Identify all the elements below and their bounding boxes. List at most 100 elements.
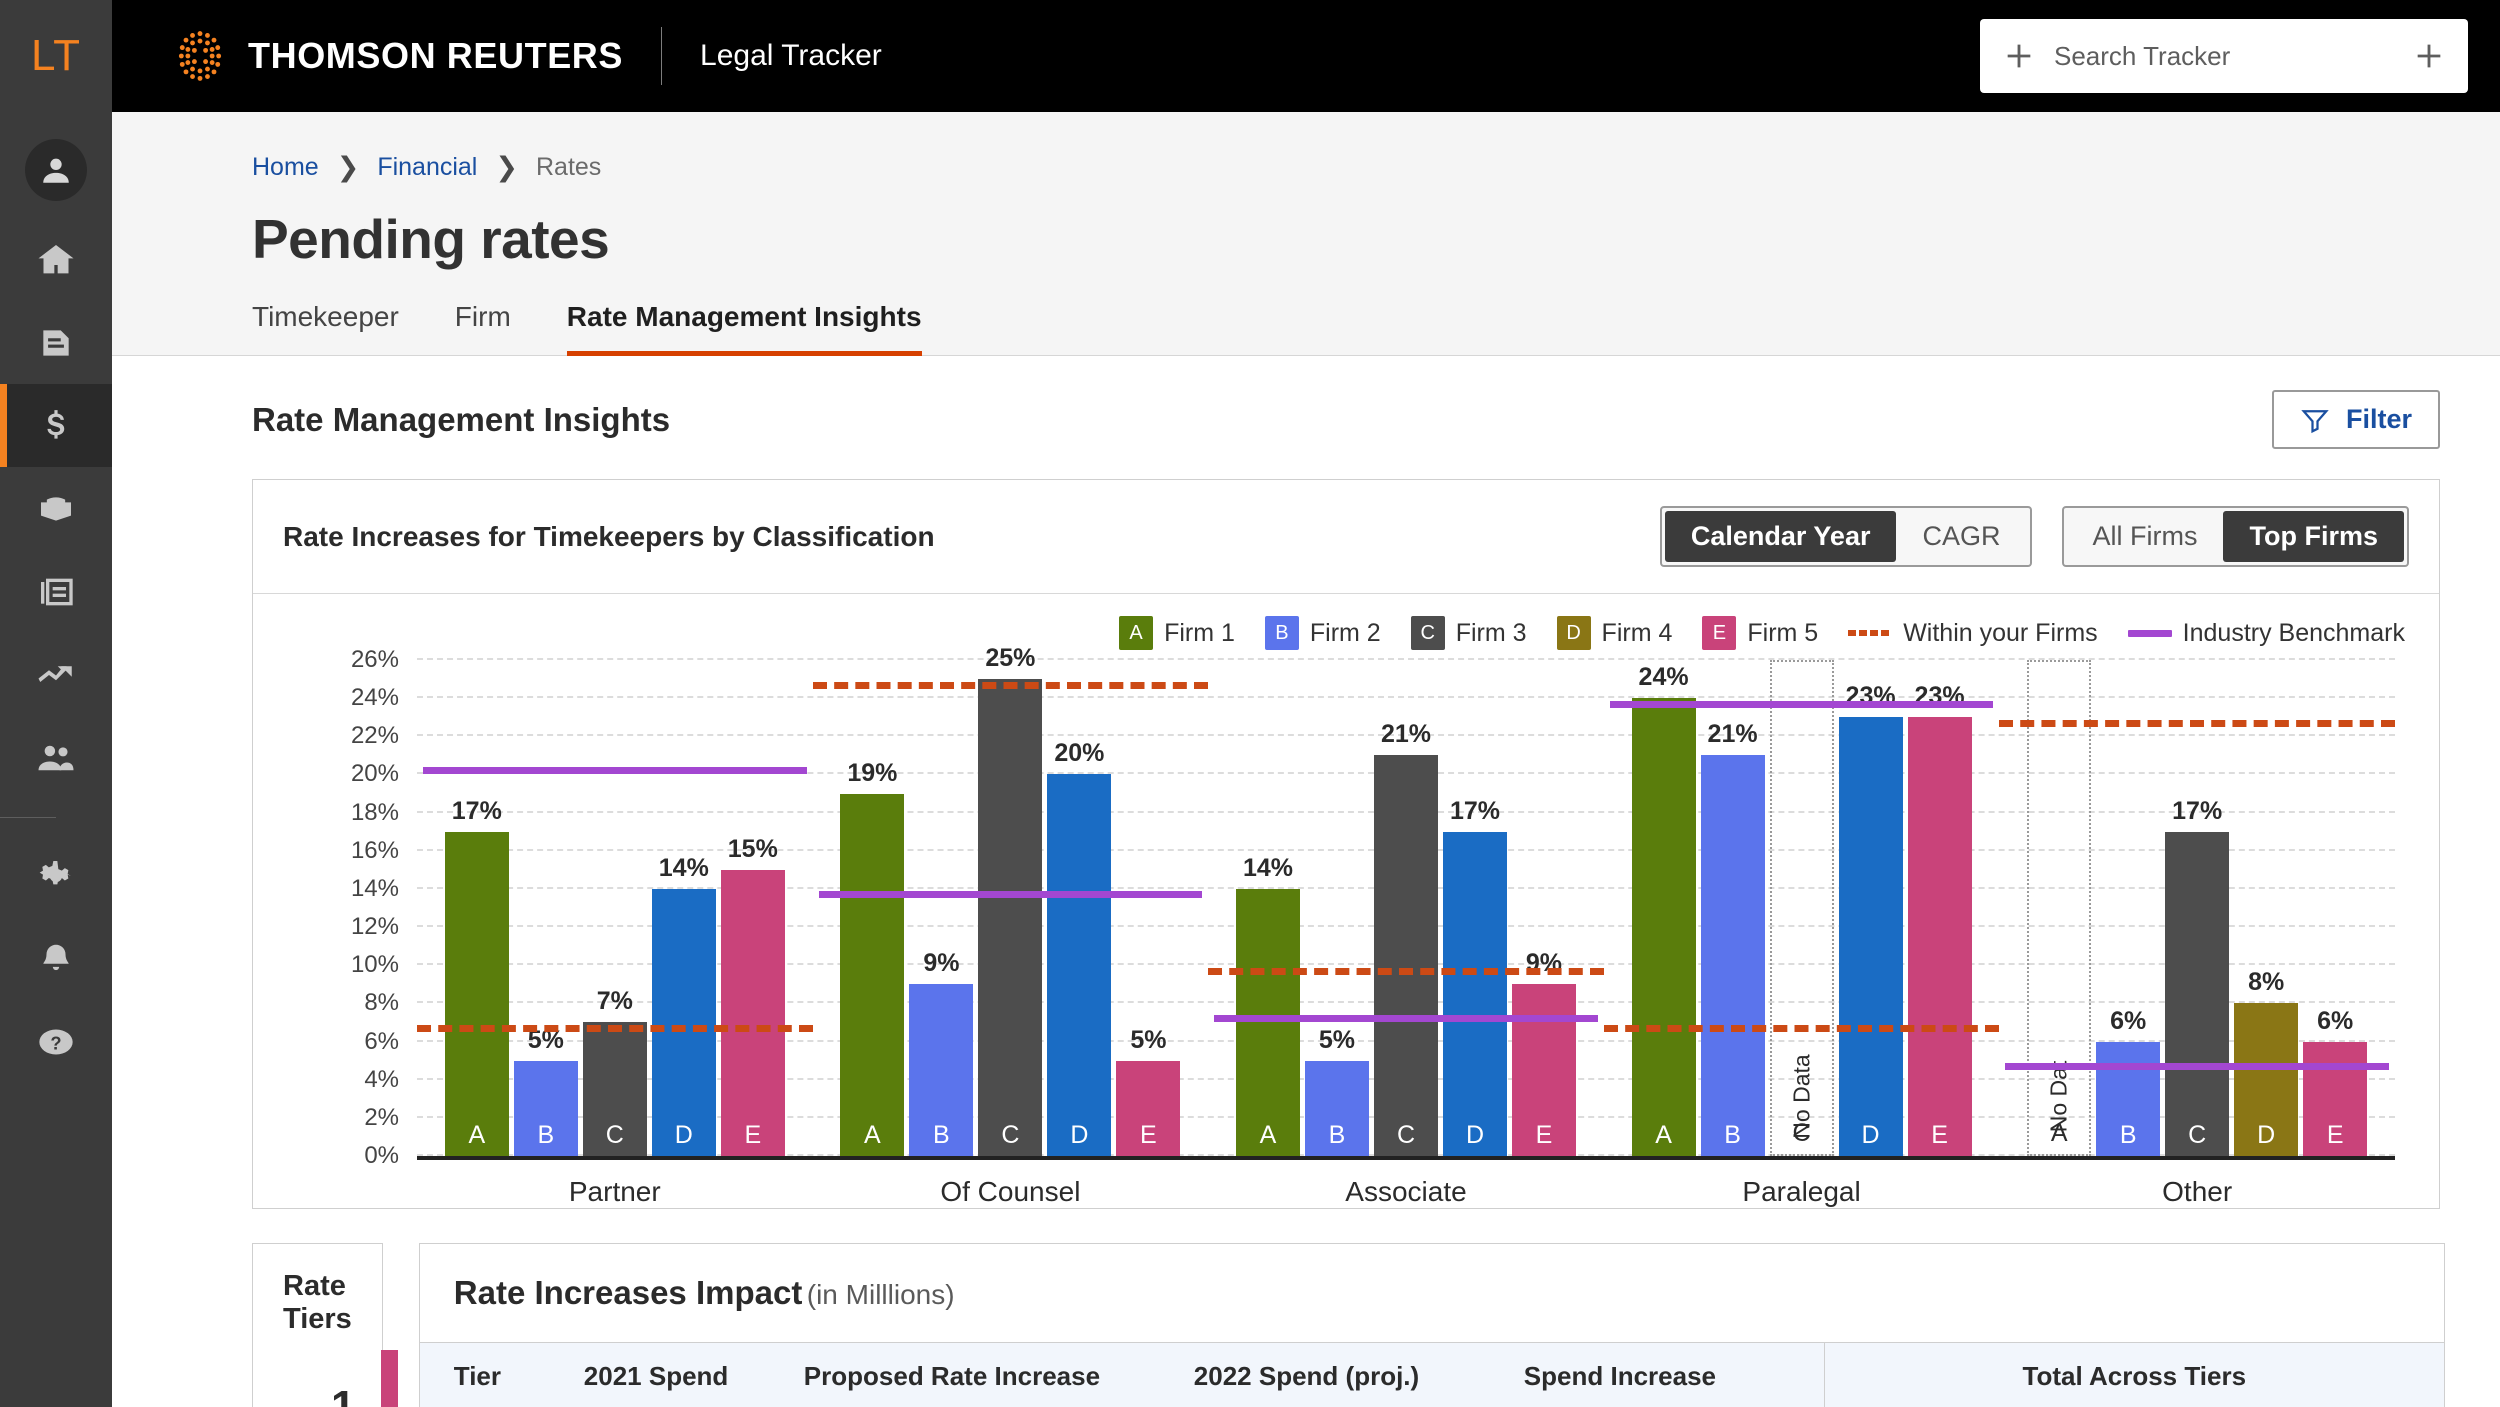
plus-icon-right[interactable] — [2412, 39, 2446, 73]
bar-letter-C: C — [1792, 1119, 1811, 1147]
page-header: Home ❯ Financial ❯ Rates Pending rates T… — [112, 112, 2500, 356]
bar-D[interactable] — [1047, 774, 1112, 1156]
bar-column-D[interactable]: D 17% — [1442, 660, 1507, 1156]
bar-value-label-E: 6% — [2317, 1006, 2354, 1035]
bar-letter-B: B — [933, 1121, 950, 1149]
legend-item-benchmark[interactable]: Industry Benchmark — [2127, 619, 2405, 648]
sidebar-item-vendors[interactable] — [0, 716, 112, 799]
y-axis-label-0%: 0% — [364, 1142, 399, 1169]
app-root: LT ? THOMSON REUTERS Legal Tracker Searc… — [0, 0, 2500, 1407]
sidebar-item-financial[interactable] — [0, 384, 112, 467]
bar-letter-A: A — [1655, 1121, 1672, 1149]
bar-column-A[interactable]: A 19% — [840, 660, 905, 1156]
bar-column-B[interactable]: B 5% — [513, 660, 578, 1156]
industry-benchmark-line — [423, 767, 807, 775]
legend-item-A[interactable]: A Firm 1 — [1119, 616, 1235, 650]
sidebar-item-analytics[interactable] — [0, 633, 112, 716]
bar-letter-D: D — [1465, 1121, 1485, 1149]
within-your-firms-line — [1999, 719, 2395, 727]
app-logo-lt[interactable]: LT — [0, 0, 112, 112]
chart-plot: 0% 2% 4% 6% 8% 10% 12% 14% 16% 18% 20% 22% 24% 26% A 17… — [351, 644, 2395, 1169]
search-input[interactable]: Search Tracker — [2054, 41, 2394, 72]
brand-company-name: THOMSON REUTERS — [248, 35, 624, 76]
bar-column-E[interactable]: E 9% — [1511, 660, 1576, 1156]
bar-column-D[interactable]: D 8% — [2234, 660, 2299, 1156]
sidebar-item-avatar[interactable] — [0, 122, 112, 218]
breadcrumb-current: Rates — [536, 153, 602, 181]
sidebar-item-matters[interactable] — [0, 467, 112, 550]
bar-column-E[interactable]: E 23% — [1907, 660, 1972, 1156]
bar-column-B[interactable]: B 21% — [1700, 660, 1765, 1156]
bar-D[interactable] — [651, 888, 716, 1156]
left-nav-rail: LT ? — [0, 0, 112, 1407]
legend-swatch-A: A — [1119, 616, 1154, 650]
sidebar-item-help[interactable]: ? — [0, 1000, 112, 1083]
search-tracker-box[interactable]: Search Tracker — [1980, 19, 2468, 93]
sidebar-item-documents[interactable] — [0, 301, 112, 384]
bar-column-D[interactable]: D 20% — [1047, 660, 1112, 1156]
bar-column-C[interactable]: C 21% — [1373, 660, 1438, 1156]
bar-letter-E: E — [1140, 1121, 1157, 1149]
bar-no-data-C[interactable]: No Data C — [1769, 660, 1834, 1156]
bar-column-B[interactable]: B 6% — [2096, 660, 2161, 1156]
sidebar-item-reports[interactable] — [0, 550, 112, 633]
bar-set: A 24% B 21% No Data C D 23% E 23% — [1604, 660, 2000, 1156]
breadcrumb-home[interactable]: Home — [252, 153, 319, 182]
toggle-all-firms[interactable]: All Firms — [2067, 511, 2224, 562]
reports-icon — [41, 578, 73, 605]
x-axis-label-partner: Partner — [568, 1176, 661, 1207]
x-axis-label-paralegal: Paralegal — [1742, 1176, 1861, 1207]
bar-column-C[interactable]: C 25% — [978, 644, 1043, 1156]
legend-item-E[interactable]: E Firm 5 — [1702, 616, 1818, 650]
legend-item-C[interactable]: C Firm 3 — [1410, 616, 1527, 650]
bar-column-E[interactable]: E 15% — [720, 660, 785, 1156]
bar-column-A[interactable]: A 17% — [444, 660, 509, 1156]
bar-D[interactable] — [1442, 831, 1507, 1156]
top-bar: THOMSON REUTERS Legal Tracker Search Tra… — [112, 0, 2500, 112]
bar-A[interactable] — [444, 831, 509, 1156]
bar-B[interactable] — [1700, 755, 1765, 1156]
bar-column-D[interactable]: D 14% — [651, 660, 716, 1156]
bar-D[interactable] — [1838, 717, 1903, 1156]
bar-column-E[interactable]: E 5% — [1116, 660, 1181, 1156]
brand-product-name: Legal Tracker — [700, 39, 882, 72]
toggle-top-firms[interactable]: Top Firms — [2223, 511, 2404, 562]
tab-firm[interactable]: Firm — [455, 301, 511, 355]
industry-benchmark-line — [1609, 700, 1994, 708]
bar-E[interactable] — [720, 869, 785, 1156]
chart-group-of-counsel: A 19% B 9% C 25% D 20% E 5% — [812, 644, 1209, 1156]
breadcrumb-financial[interactable]: Financial — [377, 153, 477, 182]
sidebar-item-settings[interactable] — [0, 834, 112, 917]
bar-set: A 17% B 5% C 7% D 14% E 15% — [417, 660, 813, 1156]
bar-letter-B: B — [2119, 1121, 2137, 1149]
chart-card-header: Rate Increases for Timekeepers by Classi… — [253, 480, 2439, 594]
bar-column-E[interactable]: E 6% — [2303, 660, 2368, 1156]
bar-letter-E: E — [2326, 1121, 2344, 1149]
legend-item-D[interactable]: D Firm 4 — [1556, 616, 1672, 650]
bar-column-A[interactable]: A 14% — [1235, 660, 1300, 1156]
bar-column-B[interactable]: B 9% — [909, 660, 974, 1156]
tab-timekeeper[interactable]: Timekeeper — [252, 301, 399, 355]
bar-column-C[interactable]: C 7% — [582, 660, 647, 1156]
legend-item-B[interactable]: B Firm 2 — [1264, 616, 1381, 650]
sidebar-item-home[interactable] — [0, 218, 112, 301]
bar-A[interactable] — [1631, 698, 1696, 1156]
y-axis-label-2%: 2% — [364, 1103, 399, 1131]
tab-rate-management-insights[interactable]: Rate Management Insights — [566, 301, 922, 356]
bar-A[interactable] — [1235, 888, 1300, 1156]
help-icon: ? — [39, 1029, 73, 1054]
bar-no-data-A[interactable]: No Dat A — [2027, 660, 2092, 1156]
bar-column-D[interactable]: D 23% — [1838, 660, 1903, 1156]
impact-table-columns: Tier 2021 Spend Proposed Rate Increase 2022… — [420, 1343, 1824, 1407]
impact-title: Rate Increases Impact — [453, 1274, 803, 1311]
bar-E[interactable] — [1907, 717, 1972, 1156]
filter-button[interactable]: Filter — [2271, 390, 2440, 449]
legend-label-C: Firm 3 — [1455, 618, 1527, 647]
chart-legend: A Firm 1 B Firm 2 C Firm 3 D Firm 4 E Firm 5 Withi… — [253, 594, 2439, 650]
legend-item-within[interactable]: Within your Firms — [1848, 619, 2098, 648]
bar-column-C[interactable]: C 17% — [2165, 660, 2230, 1156]
legend-label-E: Firm 5 — [1747, 618, 1819, 647]
toggle-calendar-year[interactable]: Calendar Year — [1664, 511, 1897, 562]
sidebar-item-notifications[interactable] — [0, 917, 112, 1000]
toggle-cagr[interactable]: CAGR — [1896, 511, 2026, 562]
